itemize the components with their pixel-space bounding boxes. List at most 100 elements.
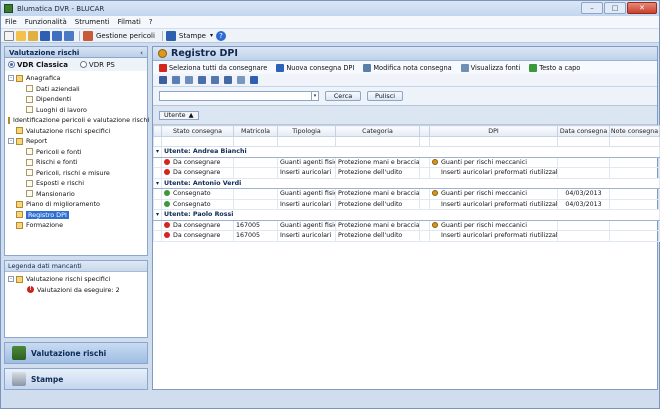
filter-icon[interactable] (172, 76, 180, 84)
group-by-utente-chip[interactable]: Utente ▲ (159, 110, 199, 120)
minimize-button[interactable]: – (581, 2, 603, 14)
tree-item[interactable]: Identificazione pericoli e valutazione r… (5, 115, 149, 126)
open-folder-icon[interactable] (16, 30, 26, 41)
filter-cell[interactable] (233, 136, 278, 147)
filter-cell[interactable] (557, 136, 610, 147)
categoria-cell: Protezione dell'udito (335, 198, 420, 210)
nav-stampe[interactable]: Stampe (4, 368, 148, 390)
action-1-button[interactable]: Seleziona tutti da consegnare (159, 63, 267, 72)
dpi-cell-text: Inserti auricolari preformati riutilizza… (441, 169, 558, 177)
tree-item[interactable]: Dipendenti (5, 94, 147, 105)
collapse-icon[interactable]: - (8, 75, 14, 82)
tree-item[interactable]: Pericoli e fonti (5, 147, 147, 158)
menu-bar: File Funzionalità Strumenti Filmati ? (1, 16, 659, 29)
tree-item[interactable]: Dati aziendali (5, 84, 147, 95)
tree-item[interactable]: Formazione (5, 220, 147, 231)
tree-item[interactable]: Pericoli, rischi e misure (5, 168, 147, 179)
close-button[interactable]: ✕ (627, 2, 657, 14)
find-icon[interactable] (159, 76, 167, 84)
tipologia-cell-text: Inserti auricolari (280, 232, 332, 240)
export-icon[interactable] (64, 30, 74, 41)
categoria-cell-text: Protezione dell'udito (338, 232, 403, 240)
collapse-icon[interactable]: - (8, 138, 14, 145)
tree-item[interactable]: Mansionario (5, 189, 147, 200)
group-toggle-icon[interactable]: ▾ (153, 209, 162, 221)
chevron-down-icon[interactable]: ▾ (311, 92, 318, 100)
tree-item[interactable]: Luoghi di lavoro (5, 105, 147, 116)
tree-item[interactable]: Rischi e fonti (5, 157, 147, 168)
table-row[interactable]: Da consegnare Guanti agenti fisici Protezi… (153, 156, 660, 168)
column-header[interactable]: Tipologia (277, 125, 336, 137)
action-5-button[interactable]: Testo a capo (529, 63, 580, 72)
group-row[interactable]: ▾ Utente: Paolo Rossi (153, 209, 660, 221)
action-4-button[interactable]: Visualizza fonti (460, 63, 520, 72)
tree-item[interactable]: Registro DPI (5, 210, 147, 221)
stato-cell: Da consegnare (161, 156, 234, 168)
table-row[interactable]: Consegnato Guanti agenti fisici Protezione… (153, 188, 660, 200)
legend-item[interactable]: ! Valutazioni da eseguire: 2 (5, 285, 147, 296)
save-icon[interactable] (40, 30, 50, 41)
folder-icon[interactable] (28, 30, 38, 41)
table-row[interactable]: Da consegnare 167005 Guanti agenti fisici P… (153, 219, 660, 231)
stato-cell: Da consegnare (161, 219, 234, 231)
filter-cell[interactable] (429, 136, 558, 147)
tree-item[interactable]: Esposti e rischi (5, 178, 147, 189)
column-header[interactable]: Categoria (335, 125, 420, 137)
table-row[interactable]: Da consegnare 167005 Inserti auricolari Pro… (153, 230, 660, 242)
action-2-button[interactable]: Nuova consegna DPI (276, 63, 354, 72)
print-icon[interactable] (250, 76, 258, 84)
menu-help[interactable]: ? (145, 18, 157, 26)
group-toggle-icon[interactable]: ▾ (153, 146, 162, 158)
legend-item[interactable]: - Valutazione rischi specifici (5, 274, 147, 285)
chevron-down-icon[interactable]: ▾ (210, 32, 213, 39)
stato-cell-text: Da consegnare (173, 232, 221, 240)
data-consegna-cell (557, 156, 610, 168)
gestione-pericoli-button[interactable]: Gestione pericoli (96, 32, 155, 40)
column-header[interactable]: Data consegna (557, 125, 610, 137)
pulisci-button[interactable]: Pulisci (367, 91, 403, 101)
action-3-button[interactable]: Modifica nota consegna (363, 63, 452, 72)
group-toggle-icon[interactable]: ▾ (153, 177, 162, 189)
search-input[interactable]: ▾ (159, 91, 319, 101)
table-row[interactable]: Da consegnare Inserti auricolari Protezion… (153, 167, 660, 179)
menu-strumenti[interactable]: Strumenti (71, 18, 114, 26)
menu-filmati[interactable]: Filmati (114, 18, 145, 26)
group-row[interactable]: ▾ Utente: Andrea Bianchi (153, 146, 660, 158)
filter-cell[interactable] (335, 136, 420, 147)
help-icon[interactable]: ? (215, 30, 226, 41)
stampe-dropdown-button[interactable]: Stampe (179, 32, 206, 40)
nav-valutazione-rischi[interactable]: Valutazione rischi (4, 342, 148, 364)
column-header[interactable]: Matricola (233, 125, 278, 137)
menu-funzionalita[interactable]: Funzionalità (21, 18, 71, 26)
new-document-icon[interactable] (4, 30, 14, 41)
filter-cell[interactable] (277, 136, 336, 147)
column-header[interactable]: Stato consegna (161, 125, 234, 137)
filter-cell[interactable] (161, 136, 234, 147)
column-header[interactable]: DPI (429, 125, 558, 137)
save-as-icon[interactable] (52, 30, 62, 41)
table-row[interactable]: Consegnato Inserti auricolari Protezione d… (153, 198, 660, 210)
vdr-ps-radio[interactable]: VDR PS (79, 61, 115, 69)
collapse-panel-icon[interactable]: ‹ (140, 47, 143, 59)
tree-item[interactable]: - Anagrafica (5, 73, 147, 84)
gestione-pericoli-icon (83, 30, 93, 41)
group-row[interactable]: ▾ Utente: Antonio Verdi (153, 177, 660, 189)
stato-cell-text: Consegnato (173, 190, 211, 198)
settings-icon[interactable] (237, 76, 245, 84)
tree-item[interactable]: Valutazione rischi specifici (5, 126, 147, 137)
tree-item[interactable]: Piano di miglioramento (5, 199, 147, 210)
group-icon[interactable] (185, 76, 193, 84)
cerca-button[interactable]: Cerca (325, 91, 361, 101)
vdr-classica-radio[interactable]: VDR Classica (8, 61, 68, 69)
maximize-button[interactable]: □ (604, 2, 626, 14)
export-grid-icon[interactable] (224, 76, 232, 84)
tree-item-label: Valutazione rischi specifici (26, 126, 111, 135)
column-header[interactable]: Note consegna (609, 125, 660, 137)
menu-file[interactable]: File (1, 18, 21, 26)
columns-icon[interactable] (198, 76, 206, 84)
stato-cell-text: Da consegnare (173, 158, 221, 166)
collapse-icon[interactable]: - (8, 276, 14, 283)
tree-item[interactable]: - Report (5, 136, 147, 147)
layout-icon[interactable] (211, 76, 219, 84)
filter-cell[interactable] (609, 136, 660, 147)
